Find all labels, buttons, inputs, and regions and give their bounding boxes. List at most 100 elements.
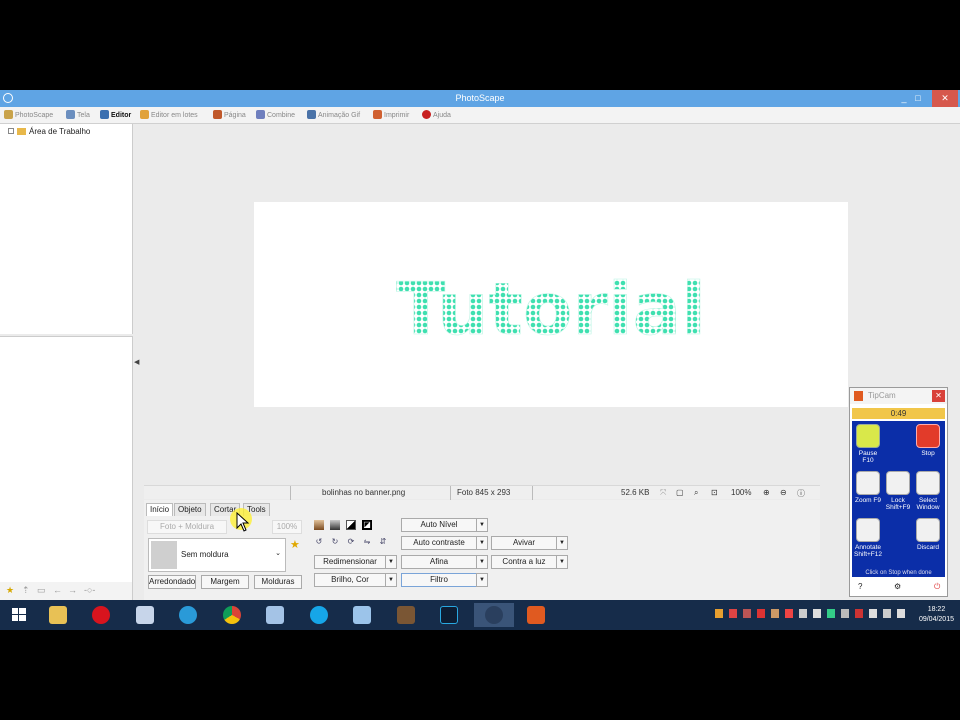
tray-clock[interactable]: 18:22 09/04/2015 (919, 605, 954, 625)
tipcam-close-button[interactable]: ✕ (932, 390, 945, 402)
annotate-button[interactable]: Annotate Shift+F12 (854, 518, 882, 558)
maximize-button[interactable]: □ (907, 90, 929, 107)
tipcam-header[interactable]: TipCam ✕ (850, 388, 947, 404)
power-icon[interactable]: ⏻ (934, 582, 940, 592)
expand-icon[interactable] (8, 128, 14, 134)
backlight-button[interactable]: Contra a luz (491, 555, 557, 569)
tray-app-icon[interactable] (855, 609, 863, 618)
taskbar-skype[interactable] (302, 603, 336, 627)
taskbar-photoscape[interactable] (474, 603, 514, 627)
panel-splitter-icon[interactable]: ◀ (134, 358, 139, 368)
canvas-area[interactable]: Tutorial (144, 124, 960, 484)
backlight-dropdown[interactable]: ▼ (556, 555, 568, 569)
flip-horizontal-icon[interactable]: ⇋ (362, 537, 372, 547)
taskbar-notepad[interactable] (128, 603, 162, 627)
tab-objeto[interactable]: Objeto (174, 503, 206, 516)
frames-button[interactable]: Molduras (254, 575, 302, 589)
tab-combine[interactable]: Combine (256, 109, 295, 122)
flip-vertical-icon[interactable]: ⇵ (378, 537, 388, 547)
tray-app-icon[interactable] (813, 609, 821, 618)
tray-app-icon[interactable] (841, 609, 849, 618)
taskbar-opera[interactable] (84, 603, 118, 627)
taskbar-photoshop[interactable] (432, 603, 466, 627)
taskbar-minecraft[interactable] (389, 603, 423, 627)
tab-tela[interactable]: Tela (66, 109, 90, 122)
pause-button[interactable]: Pause F10 (854, 424, 882, 464)
tab-pagina[interactable]: Página (213, 109, 246, 122)
sharpen-dropdown[interactable]: ▼ (476, 555, 488, 569)
rotate-free-icon[interactable]: ⟳ (346, 537, 356, 547)
tab-animacao-gif[interactable]: Animação Gif (307, 109, 360, 122)
zoom-icon[interactable]: ⌕ (694, 488, 698, 498)
brightness-dropdown[interactable]: ▼ (385, 573, 397, 587)
resize-button[interactable]: Redimensionar (314, 555, 386, 569)
bluetooth-icon[interactable] (799, 609, 807, 618)
sharpen-button[interactable]: Afina (401, 555, 477, 569)
tray-app-icon[interactable] (771, 609, 779, 618)
tab-ajuda[interactable]: Ajuda (422, 109, 451, 122)
rotate-left-icon[interactable]: ↺ (314, 537, 324, 547)
rotate-right-icon[interactable]: ↻ (330, 537, 340, 547)
star-icon[interactable]: ★ (6, 585, 14, 596)
zoom-in-icon[interactable]: ⊕ (763, 488, 770, 497)
tray-app-icon[interactable] (827, 609, 835, 618)
zoom-out-icon[interactable]: ⊖ (780, 488, 787, 497)
fit-icon[interactable]: ⤧ (660, 488, 666, 498)
actual-size-icon[interactable]: ▢ (676, 488, 684, 497)
forward-arrow-icon[interactable]: → (68, 585, 77, 595)
favorite-star-icon[interactable]: ★ (290, 538, 300, 551)
tab-imprimir[interactable]: Imprimir (373, 109, 409, 122)
info-icon[interactable]: ⓘ (797, 488, 805, 499)
grayscale-icon[interactable] (330, 520, 340, 530)
rounded-button[interactable]: Arredondado (148, 575, 196, 589)
auto-level-dropdown[interactable]: ▼ (476, 518, 488, 532)
lock-button[interactable]: Lock Shift+F9 (884, 471, 912, 511)
tray-app-icon[interactable] (743, 609, 751, 618)
back-arrow-icon[interactable]: ← (53, 585, 62, 595)
tray-app-icon[interactable] (729, 609, 737, 618)
tab-inicio[interactable]: Início (146, 503, 174, 516)
help-question-icon[interactable]: ? (858, 582, 862, 591)
vivid-button[interactable]: Avivar (491, 536, 557, 550)
tab-editor-em-lotes[interactable]: Editor em lotes (140, 109, 198, 122)
auto-contrast-dropdown[interactable]: ▼ (476, 536, 488, 550)
close-button[interactable]: ✕ (932, 90, 958, 107)
auto-contrast-button[interactable]: Auto contraste (401, 536, 477, 550)
resize-dropdown[interactable]: ▼ (385, 555, 397, 569)
filter-button[interactable]: Filtro (401, 573, 477, 587)
frame-percent-field[interactable]: 100% (272, 520, 302, 534)
network-icon[interactable] (883, 609, 891, 618)
tray-app-icon[interactable] (715, 609, 723, 618)
vivid-dropdown[interactable]: ▼ (556, 536, 568, 550)
settings-gear-icon[interactable]: ⚙ (894, 582, 901, 591)
taskbar-internet-explorer[interactable] (171, 603, 205, 627)
frame-select[interactable]: Sem moldura ⌄ (148, 538, 286, 572)
tab-editor[interactable]: Editor (100, 109, 131, 122)
volume-icon[interactable] (897, 609, 905, 618)
banner-image[interactable]: Tutorial (254, 202, 848, 407)
tray-app-icon[interactable] (757, 609, 765, 618)
folder-up-icon[interactable]: ⇡ (22, 585, 30, 596)
taskbar-chrome[interactable] (215, 603, 249, 627)
thumbnail-slider[interactable]: -○- (84, 585, 95, 595)
margin-button[interactable]: Margem (201, 575, 249, 589)
auto-level-button[interactable]: Auto Nível (401, 518, 477, 532)
zoom-button[interactable]: Zoom F9 (854, 471, 882, 504)
tray-app-icon[interactable] (785, 609, 793, 618)
tab-photoscape[interactable]: PhotoScape (4, 109, 53, 122)
taskbar-paint[interactable] (258, 603, 292, 627)
discard-button[interactable]: Discard (914, 518, 942, 551)
photo-frame-button[interactable]: Foto + Moldura (147, 520, 227, 534)
start-button[interactable] (2, 603, 36, 627)
filter-dropdown[interactable]: ▼ (476, 573, 488, 587)
tree-item-desktop[interactable]: Área de Trabalho (8, 127, 90, 136)
taskbar-file-explorer[interactable] (41, 603, 75, 627)
sepia-icon[interactable] (314, 520, 324, 530)
stop-button[interactable]: Stop (914, 424, 942, 457)
file-list[interactable] (0, 336, 133, 582)
black-white-icon[interactable] (346, 520, 356, 530)
taskbar-tipcam[interactable] (519, 603, 553, 627)
negative-icon[interactable]: ◪ (362, 520, 372, 530)
brightness-button[interactable]: Brilho, Cor (314, 573, 386, 587)
flag-icon[interactable] (869, 609, 877, 618)
